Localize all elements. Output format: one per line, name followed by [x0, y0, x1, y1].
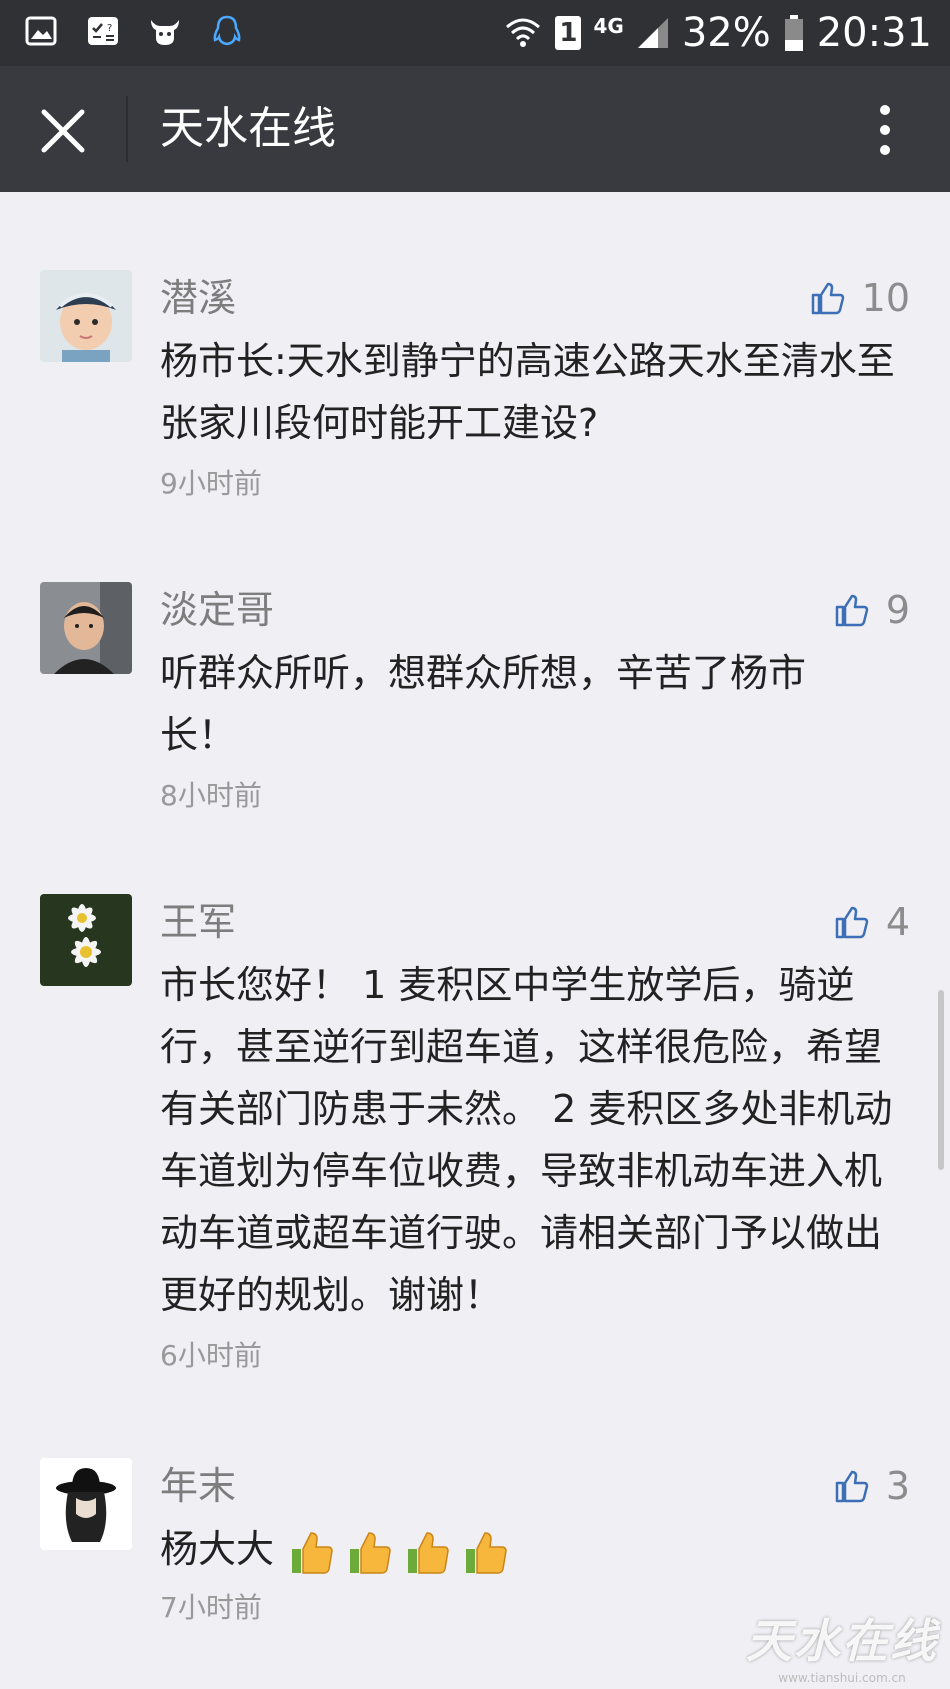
comment-nickname: 年末	[160, 1464, 237, 1508]
cow-app-icon	[151, 20, 179, 45]
comment-time: 9小时前	[160, 467, 262, 500]
comment-text: 市长您好！ 1 麦积区中学生放学后，骑逆行，甚至逆行到超车道，这样很危险，希望有…	[160, 963, 893, 1317]
thumbs-up-emoji	[466, 1531, 507, 1574]
thumbs-up-icon	[835, 906, 869, 939]
avatar[interactable]	[40, 1458, 132, 1550]
hat-avatar-image	[40, 1458, 132, 1550]
daisy-avatar-image	[40, 894, 132, 986]
clock: 20:31	[816, 10, 932, 56]
title-bar: 天水在线	[0, 66, 950, 192]
like-button[interactable]: 4	[834, 896, 910, 948]
avatar[interactable]	[40, 582, 132, 674]
comment-text: 杨大大	[160, 1518, 900, 1580]
watermark-url: www.tianshui.com.cn	[778, 1671, 906, 1685]
like-count: 10	[861, 276, 910, 320]
comment-time: 7小时前	[160, 1591, 262, 1624]
thumbs-up-icon	[811, 282, 844, 315]
page-title: 天水在线	[160, 103, 336, 154]
comment-text-body: 杨大大	[160, 1527, 275, 1571]
comment-nickname: 王军	[160, 900, 237, 944]
battery-icon	[784, 15, 803, 51]
comment-time: 6小时前	[160, 1339, 262, 1372]
watermark-logo: 天水在线	[746, 1614, 938, 1668]
comment-time: 8小时前	[160, 779, 262, 812]
comment-text: 听群众所听，想群众所想，辛苦了杨市长！	[160, 651, 807, 757]
child-avatar-image	[40, 270, 132, 362]
scrollbar[interactable]	[938, 990, 944, 1170]
qq-penguin-icon	[213, 15, 241, 46]
status-bar: ? 1 4G 32% 20:31	[0, 0, 950, 66]
wifi-icon	[506, 18, 541, 47]
like-button[interactable]: 10	[810, 272, 910, 324]
thumbs-up-icon	[835, 1470, 869, 1503]
gallery-icon	[25, 16, 57, 46]
comment-text: 杨市长:天水到静宁的高速公路天水至清水至张家川段何时能开工建设?	[160, 339, 895, 445]
like-count: 9	[885, 588, 910, 632]
like-count: 4	[885, 900, 910, 944]
signal-icon	[637, 18, 668, 48]
comment-nickname: 潜溪	[160, 276, 237, 320]
like-button[interactable]: 3	[834, 1460, 910, 1512]
sim-indicator: 1	[555, 16, 582, 50]
thumbs-up-icon	[835, 594, 869, 627]
watermark: 天水在线 www.tianshui.com.cn	[746, 1605, 938, 1685]
more-vertical-icon[interactable]	[870, 100, 900, 160]
network-type: 4G	[593, 14, 624, 38]
like-button[interactable]: 9	[834, 584, 910, 636]
calculator-icon: ?	[88, 17, 118, 45]
thumbs-up-emoji	[408, 1531, 449, 1574]
battery-percent: 32%	[681, 10, 771, 56]
man-avatar-image	[40, 582, 132, 674]
close-icon[interactable]	[36, 104, 90, 158]
thumbs-up-emoji	[350, 1531, 391, 1574]
title-divider	[126, 96, 128, 162]
like-count: 3	[885, 1464, 910, 1508]
svg-text:?: ?	[107, 23, 112, 34]
comment-nickname: 淡定哥	[160, 588, 275, 632]
avatar[interactable]	[40, 894, 132, 986]
avatar[interactable]	[40, 270, 132, 362]
thumbs-up-emoji	[292, 1531, 333, 1574]
